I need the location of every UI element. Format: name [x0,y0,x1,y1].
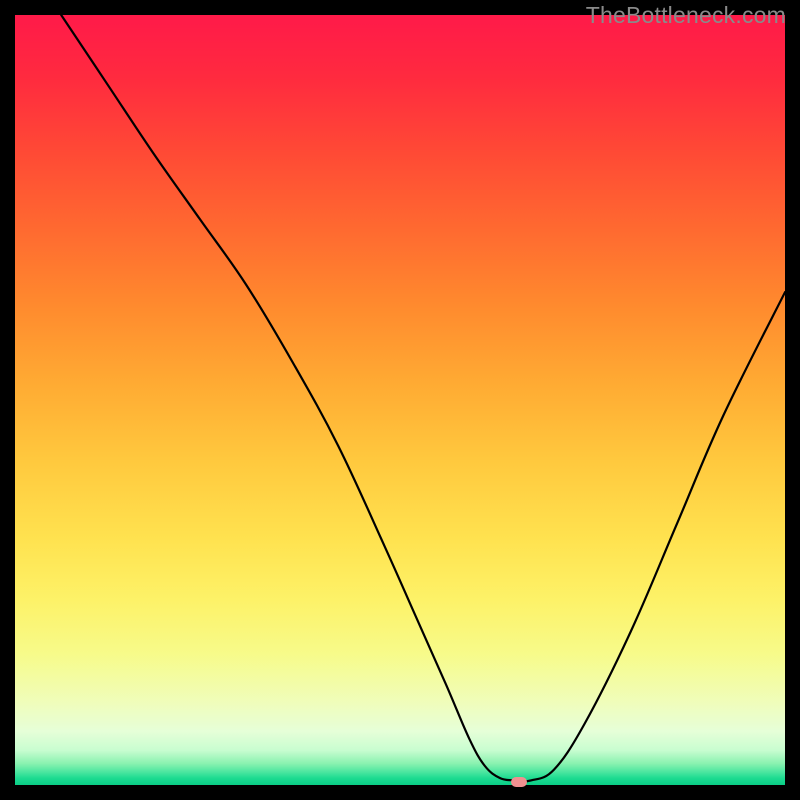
optimal-marker [511,777,527,787]
plot-area [15,15,785,785]
bottleneck-curve [15,15,785,785]
chart-frame: TheBottleneck.com [0,0,800,800]
watermark-text: TheBottleneck.com [586,2,786,29]
